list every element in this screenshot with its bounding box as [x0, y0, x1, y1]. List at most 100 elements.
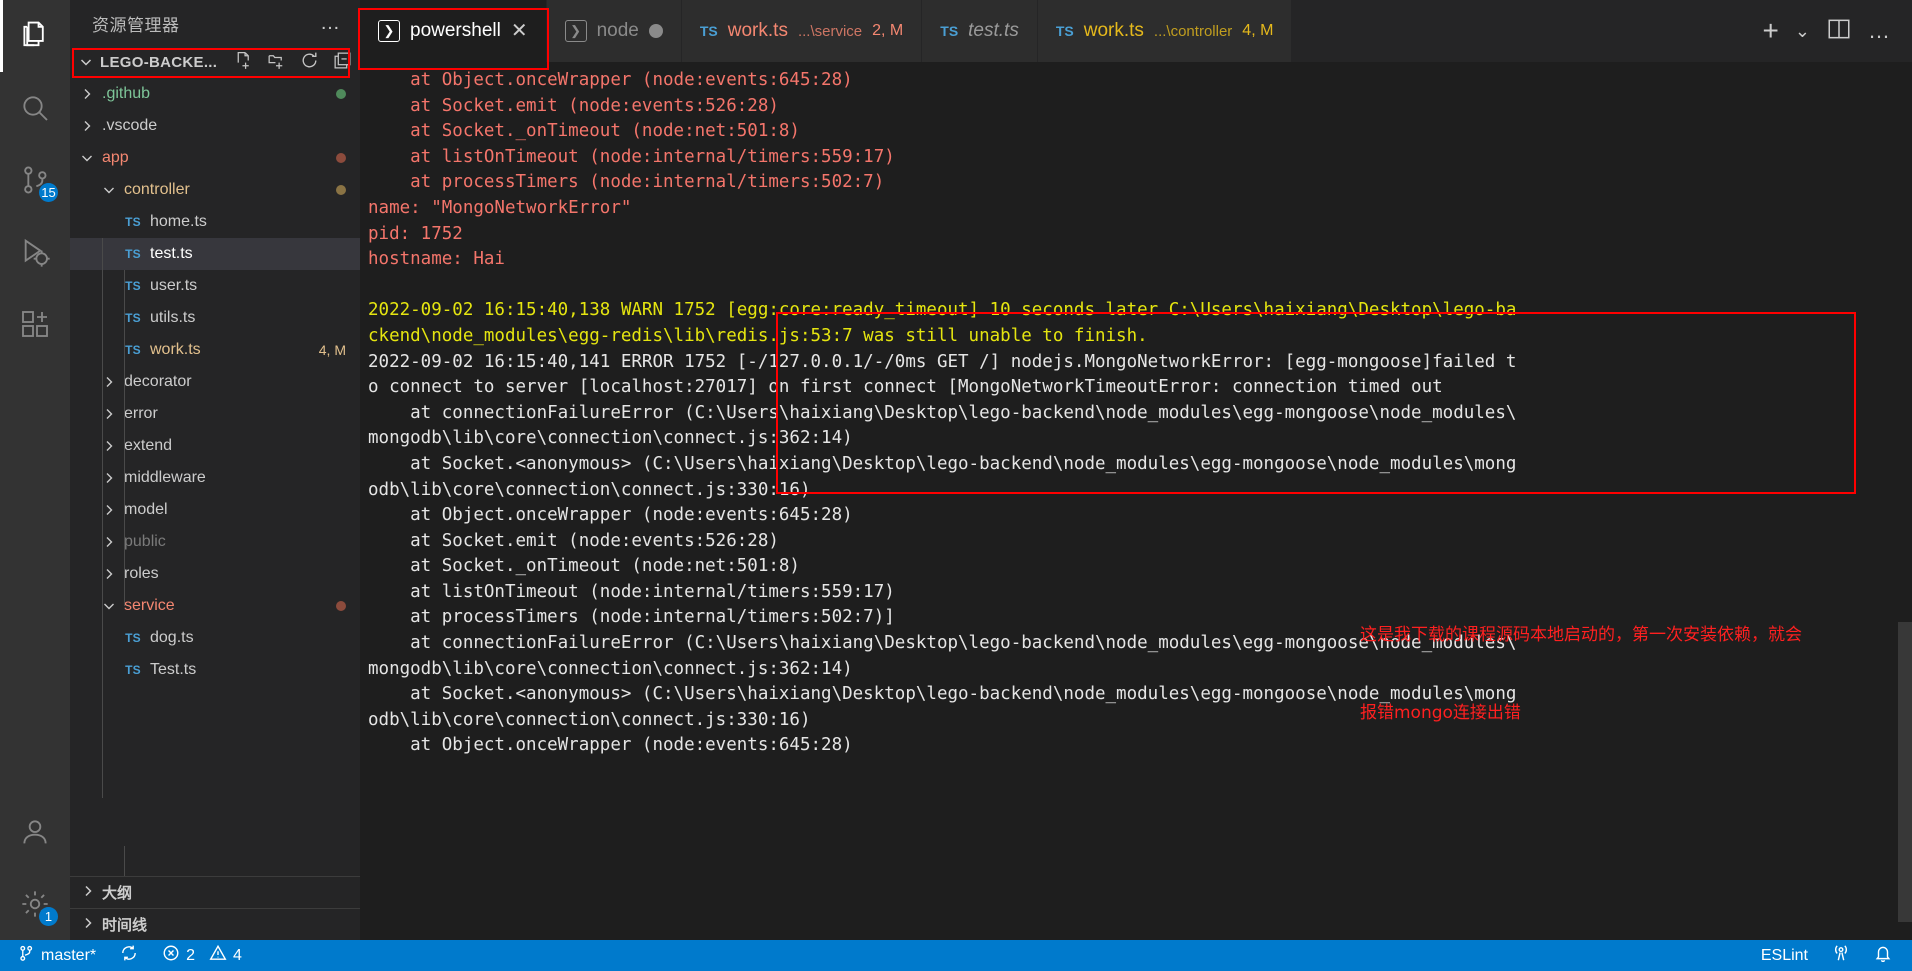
tree-folder-row[interactable]: controller: [70, 174, 360, 206]
chevron-right-icon[interactable]: [78, 118, 96, 134]
tree-item-status-dot: [336, 89, 346, 99]
activity-item-search[interactable]: [0, 72, 70, 144]
sidebar-title: 资源管理器: [92, 15, 180, 35]
tree-file-row[interactable]: TS work.ts 4, M: [70, 334, 360, 366]
sidebar-more-actions[interactable]: …: [320, 12, 342, 35]
tab-label: node: [596, 20, 639, 41]
search-icon: [19, 92, 51, 124]
tree-item-label: extend: [124, 437, 173, 454]
activity-item-explorer[interactable]: [0, 0, 70, 72]
tree-file-row[interactable]: TS home.ts: [70, 206, 360, 238]
new-folder-icon[interactable]: [266, 50, 287, 75]
chevron-right-icon: [80, 915, 96, 935]
status-broadcast[interactable]: [1820, 940, 1862, 971]
terminal-line: at listOnTimeout (node:internal/timers:5…: [368, 146, 895, 167]
editor-area: ❯ powershell ✕ ❯ node TS work.ts ...\service 2, …: [360, 0, 1912, 940]
typescript-file-icon: TS: [125, 215, 141, 229]
activity-item-extensions[interactable]: [0, 288, 70, 360]
more-actions-button[interactable]: …: [1868, 20, 1892, 42]
tree-item-label: controller: [124, 181, 190, 198]
tree-file-row[interactable]: TS utils.ts: [70, 302, 360, 334]
status-notifications[interactable]: [1862, 940, 1912, 971]
terminal-line: at Object.onceWrapper (node:events:645:2…: [368, 505, 853, 526]
editor-tab-work-ts[interactable]: TS work.ts ...\controller 4, M: [1037, 0, 1293, 62]
status-eslint[interactable]: ESLint: [1749, 940, 1820, 971]
terminal-line: at processTimers (node:internal/timers:5…: [368, 172, 885, 193]
activity-item-manage[interactable]: 1: [0, 868, 70, 940]
tab-dirty-indicator[interactable]: [648, 24, 663, 38]
tab-close-icon[interactable]: ✕: [511, 21, 528, 41]
tab-bar-actions: + ⌄ …: [1743, 0, 1912, 62]
tree-indent-guide: [124, 846, 125, 876]
tree-folder-row[interactable]: middleware: [70, 462, 360, 494]
terminal-line: at Socket.<anonymous> (C:\Users\haixiang…: [368, 453, 1517, 474]
editor-tab-work-ts[interactable]: TS work.ts ...\service 2, M: [681, 0, 923, 62]
status-branch[interactable]: master*: [0, 940, 108, 971]
tree-file-row[interactable]: TS Test.ts: [70, 654, 360, 686]
sidebar-panel-outline[interactable]: 大纲: [70, 876, 360, 908]
editor-tab-powershell[interactable]: ❯ powershell ✕: [360, 0, 547, 62]
tree-folder-row[interactable]: decorator: [70, 366, 360, 398]
terminal-line: at Socket.emit (node:events:526:28): [368, 95, 779, 116]
terminal-line: odb\lib\core\connection\connect.js:330:1…: [368, 479, 811, 500]
typescript-file-icon: TS: [940, 23, 959, 39]
chevron-right-icon[interactable]: [78, 86, 96, 102]
folder-root-header[interactable]: LEGO-BACKE...: [70, 46, 360, 78]
tree-file-row[interactable]: TS dog.ts: [70, 622, 360, 654]
tab-bar[interactable]: ❯ powershell ✕ ❯ node TS work.ts ...\service 2, …: [360, 0, 1912, 62]
terminal-scrollbar-thumb[interactable]: [1898, 622, 1912, 922]
chevron-down-icon[interactable]: [100, 182, 118, 198]
terminal-line: at Socket._onTimeout (node:net:501:8): [368, 121, 800, 142]
tree-folder-row[interactable]: service: [70, 590, 360, 622]
tab-badge: 4, M: [1242, 22, 1274, 39]
sync-icon: [120, 944, 138, 967]
tree-item-label: home.ts: [150, 213, 207, 230]
new-file-icon[interactable]: [233, 50, 254, 75]
radio-tower-icon: [1832, 944, 1850, 967]
sidebar: 资源管理器 … LEGO-BACKE... .github .vscode ap…: [70, 0, 360, 940]
tree-item-status-dot: [336, 185, 346, 195]
tree-item-label: error: [124, 405, 158, 422]
tree-item-label: app: [102, 149, 129, 166]
tab-label: test.ts: [968, 20, 1019, 41]
status-sync[interactable]: [108, 940, 150, 971]
terminal-line: mongodb\lib\core\connection\connect.js:3…: [368, 428, 853, 449]
activity-item-accounts[interactable]: [0, 796, 70, 868]
terminal-line: 2022-09-02 16:15:40,138 WARN 1752 [egg:c…: [368, 300, 1517, 321]
terminal-output[interactable]: at Object.onceWrapper (node:events:645:2…: [360, 62, 1912, 940]
chevron-down-icon[interactable]: ⌄: [1795, 22, 1810, 40]
editor-tab-test-ts[interactable]: TS test.ts: [922, 0, 1038, 62]
refresh-icon[interactable]: [299, 50, 320, 75]
terminal-scrollbar[interactable]: [1898, 62, 1912, 940]
status-problems[interactable]: 2 4: [150, 940, 254, 971]
tree-item-label: public: [124, 533, 166, 550]
sidebar-panel-timeline[interactable]: 时间线: [70, 908, 360, 940]
tree-folder-row[interactable]: roles: [70, 558, 360, 590]
terminal-line: at connectionFailureError (C:\Users\haix…: [368, 402, 1517, 423]
tree-folder-row[interactable]: extend: [70, 430, 360, 462]
typescript-file-icon: TS: [125, 279, 141, 293]
tree-indent-guide: [102, 238, 103, 798]
file-tree[interactable]: .github .vscode app controller TS home.ts TS te…: [70, 78, 360, 876]
tree-folder-row[interactable]: error: [70, 398, 360, 430]
tree-file-row[interactable]: TS test.ts: [70, 238, 360, 270]
editor-tab-node[interactable]: ❯ node: [546, 0, 682, 62]
tree-folder-row[interactable]: .github: [70, 78, 360, 110]
tree-file-row[interactable]: TS user.ts: [70, 270, 360, 302]
terminal-line: name: "MongoNetworkError": [368, 197, 632, 218]
new-terminal-button[interactable]: +: [1763, 17, 1779, 45]
annotation-line-1: 这是我下载的课程源码本地启动的，第一次安装依赖，就会: [1360, 625, 1802, 645]
files-icon: [18, 19, 52, 53]
terminal-icon: ❯: [564, 20, 587, 42]
tree-folder-row[interactable]: .vscode: [70, 110, 360, 142]
activity-item-source-control[interactable]: 15: [0, 144, 70, 216]
run-debug-icon: [19, 236, 51, 268]
source-control-branch-icon: [18, 945, 35, 967]
tree-folder-row[interactable]: app: [70, 142, 360, 174]
split-editor-icon[interactable]: [1826, 16, 1852, 47]
activity-item-run-and-debug[interactable]: [0, 216, 70, 288]
chevron-down-icon[interactable]: [78, 150, 96, 166]
tree-folder-row[interactable]: public: [70, 526, 360, 558]
tree-folder-row[interactable]: model: [70, 494, 360, 526]
collapse-all-icon[interactable]: [332, 50, 353, 75]
